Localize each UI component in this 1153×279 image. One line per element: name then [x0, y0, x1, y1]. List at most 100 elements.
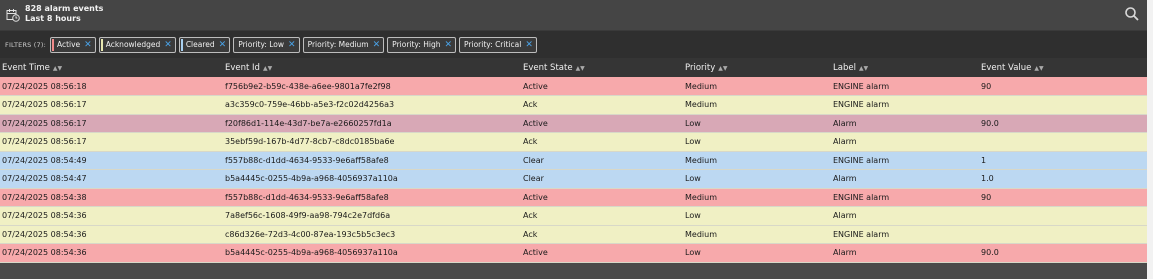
event-state-cell: Clear	[521, 151, 683, 170]
sort-icon[interactable]: ▲▼	[718, 65, 727, 72]
event-time-cell: 07/24/2025 08:56:18	[0, 77, 223, 96]
event-id-cell: 7a8ef56c-1608-49f9-aa98-794c2e7dfd6a	[223, 206, 521, 226]
event-id-cell: f756b9e2-b59c-438e-a6ee-9801a7fe2f98	[223, 77, 521, 96]
event-state-cell: Ack	[521, 206, 683, 226]
event-id-cell: 35ebf59d-167b-4d77-8cb7-c8dc0185ba6e	[223, 132, 521, 152]
event-id-cell: f557b88c-d1dd-4634-9533-9e6aff58afe8	[223, 151, 521, 170]
label-cell: Alarm	[831, 169, 979, 189]
time-range: Last 8 hours	[25, 14, 81, 23]
column-header-event-id[interactable]: Event Id ▲▼	[223, 58, 521, 77]
panel-header: 828 alarm events Last 8 hours	[0, 0, 1147, 31]
event-value-cell	[979, 132, 1147, 152]
event-value-cell: 90	[979, 77, 1147, 96]
chip-label: Priority: Critical	[464, 40, 522, 49]
event-state-cell: Active	[521, 114, 683, 133]
filter-chip-acknowledged[interactable]: Acknowledged ✕	[98, 36, 176, 53]
priority-cell: Medium	[683, 188, 831, 207]
column-header-event-time[interactable]: Event Time ▲▼	[0, 58, 223, 77]
event-value-cell: 1.0	[979, 169, 1147, 189]
event-id-cell: b5a4445c-0255-4b9a-a968-4056937a110a	[223, 169, 521, 189]
column-header-label[interactable]: Label ▲▼	[831, 58, 979, 77]
event-value-cell	[979, 95, 1147, 115]
column-header-event-value[interactable]: Event Value ▲▼	[979, 58, 1147, 77]
event-state-cell: Clear	[521, 169, 683, 189]
chip-label: Active	[56, 40, 81, 49]
chip-label: Acknowledged	[105, 40, 161, 49]
priority-cell: Medium	[683, 95, 831, 115]
chip-label: Cleared	[185, 40, 215, 49]
filter-chip-priority-medium[interactable]: Priority: Medium ✕	[302, 36, 385, 53]
table-row[interactable]: 07/24/2025 08:54:38 f557b88c-d1dd-4634-95…	[0, 188, 1147, 207]
chip-color-bar	[51, 38, 54, 51]
close-icon[interactable]: ✕	[219, 40, 227, 50]
column-header-event-state[interactable]: Event State ▲▼	[521, 58, 683, 77]
table-row[interactable]: 07/24/2025 08:54:36 c86d326e-72d3-4c00-87…	[0, 225, 1147, 244]
close-icon[interactable]: ✕	[373, 40, 381, 50]
close-icon[interactable]: ✕	[84, 40, 92, 50]
table-header-row: Event Time ▲▼ Event Id ▲▼ Event State ▲▼ Pr…	[0, 58, 1147, 77]
close-icon[interactable]: ✕	[164, 40, 172, 50]
event-value-cell	[979, 206, 1147, 226]
search-icon[interactable]	[1124, 6, 1140, 22]
filter-chip-cleared[interactable]: Cleared ✕	[178, 36, 231, 53]
event-time-cell: 07/24/2025 08:54:47	[0, 169, 223, 189]
sort-icon[interactable]: ▲▼	[263, 65, 272, 72]
label-cell: ENGINE alarm	[831, 188, 979, 207]
filter-chip-active[interactable]: Active ✕	[49, 36, 96, 53]
chip-color-bar	[180, 38, 183, 51]
event-id-cell: f557b88c-d1dd-4634-9533-9e6aff58afe8	[223, 188, 521, 207]
event-count: 828 alarm events	[25, 4, 104, 13]
column-header-priority[interactable]: Priority ▲▼	[683, 58, 831, 77]
event-time-cell: 07/24/2025 08:54:49	[0, 151, 223, 170]
table-row[interactable]: 07/24/2025 08:56:17 f20f86d1-114e-43d7-be…	[0, 114, 1147, 133]
table-row[interactable]: 07/24/2025 08:56:17 35ebf59d-167b-4d77-8c…	[0, 132, 1147, 152]
priority-cell: Medium	[683, 225, 831, 244]
event-time-cell: 07/24/2025 08:54:36	[0, 243, 223, 263]
table-row[interactable]: 07/24/2025 08:54:36 b5a4445c-0255-4b9a-a9…	[0, 243, 1147, 263]
event-state-cell: Ack	[521, 95, 683, 115]
filter-chip-priority-low[interactable]: Priority: Low ✕	[233, 36, 300, 53]
close-icon[interactable]: ✕	[288, 40, 296, 50]
priority-cell: Medium	[683, 151, 831, 170]
priority-cell: Low	[683, 206, 831, 226]
table-row[interactable]: 07/24/2025 08:56:18 f756b9e2-b59c-438e-a6…	[0, 77, 1147, 96]
sort-icon[interactable]: ▲▼	[576, 65, 585, 72]
table-row[interactable]: 07/24/2025 08:54:36 7a8ef56c-1608-49f9-aa…	[0, 206, 1147, 226]
event-id-cell: c86d326e-72d3-4c00-87ea-193c5b5c3ec3	[223, 225, 521, 244]
event-state-cell: Active	[521, 77, 683, 96]
table-row[interactable]: 07/24/2025 08:54:49 f557b88c-d1dd-4634-95…	[0, 151, 1147, 170]
event-time-cell: 07/24/2025 08:54:36	[0, 225, 223, 244]
filter-chip-priority-high[interactable]: Priority: High ✕	[387, 36, 457, 53]
label-cell: ENGINE alarm	[831, 225, 979, 244]
sort-icon[interactable]: ▲▼	[859, 65, 868, 72]
event-id-cell: a3c359c0-759e-46bb-a5e3-f2c02d4256a3	[223, 95, 521, 115]
table-row[interactable]: 07/24/2025 08:56:17 a3c359c0-759e-46bb-a5…	[0, 95, 1147, 115]
event-value-cell: 90.0	[979, 114, 1147, 133]
close-icon[interactable]: ✕	[525, 40, 533, 50]
event-time-cell: 07/24/2025 08:56:17	[0, 132, 223, 152]
label-cell: Alarm	[831, 114, 979, 133]
sort-icon[interactable]: ▲▼	[1034, 65, 1043, 72]
table-body: 07/24/2025 08:56:18 f756b9e2-b59c-438e-a6…	[0, 77, 1147, 263]
event-id-cell: b5a4445c-0255-4b9a-a968-4056937a110a	[223, 243, 521, 263]
close-icon[interactable]: ✕	[444, 40, 452, 50]
alarm-events-panel: 828 alarm events Last 8 hours FILTERS (7…	[0, 0, 1147, 279]
table-row[interactable]: 07/24/2025 08:54:47 b5a4445c-0255-4b9a-a9…	[0, 169, 1147, 189]
event-state-cell: Active	[521, 243, 683, 263]
event-state-cell: Active	[521, 188, 683, 207]
filter-chip-priority-critical[interactable]: Priority: Critical ✕	[459, 36, 537, 53]
priority-cell: Low	[683, 114, 831, 133]
chip-label: Priority: Medium	[307, 40, 369, 49]
window-edge	[1147, 0, 1153, 279]
event-id-cell: f20f86d1-114e-43d7-be7a-e2660257fd1a	[223, 114, 521, 133]
label-cell: ENGINE alarm	[831, 151, 979, 170]
event-value-cell: 1	[979, 151, 1147, 170]
chip-label: Priority: Low	[238, 40, 285, 49]
label-cell: ENGINE alarm	[831, 77, 979, 96]
calendar-clock-icon	[6, 7, 20, 22]
sort-icon[interactable]: ▲▼	[53, 65, 62, 72]
filters-label: FILTERS (7):	[5, 40, 46, 49]
label-cell: Alarm	[831, 206, 979, 226]
label-cell: ENGINE alarm	[831, 95, 979, 115]
chip-label: Priority: High	[392, 40, 441, 49]
